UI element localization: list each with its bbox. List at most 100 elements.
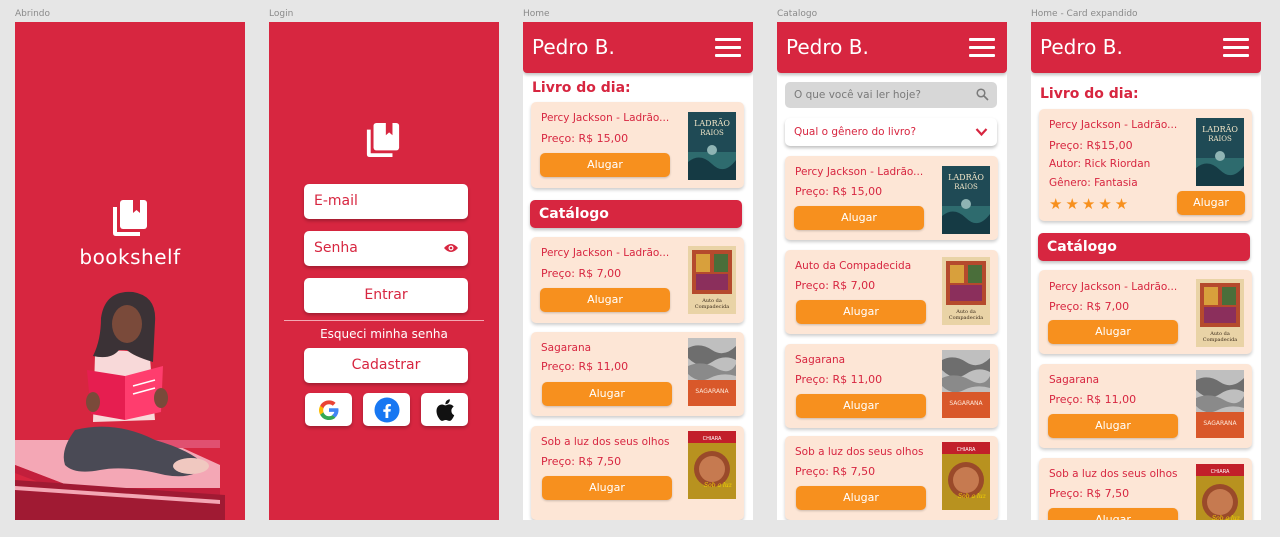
- catalog-book-card[interactable]: Sob a luz dos seus olhos Preço: R$ 7,50 …: [1039, 458, 1252, 520]
- user-name: Pedro B.: [786, 35, 869, 59]
- rent-button[interactable]: Alugar: [796, 486, 926, 510]
- rent-button[interactable]: Alugar: [1048, 414, 1178, 438]
- rent-button[interactable]: Alugar: [1177, 191, 1245, 215]
- home-expanded-screen: Pedro B. Livro do dia: Percy Jackson - L…: [1031, 22, 1261, 520]
- book-price: Preço: R$ 7,00: [1049, 300, 1130, 313]
- divider: [284, 320, 484, 321]
- rent-button[interactable]: Alugar: [1048, 320, 1178, 344]
- frame-label-home: Home: [523, 9, 550, 19]
- featured-book-card-expanded[interactable]: Percy Jackson - Ladrão... Preço: R$15,00…: [1039, 109, 1252, 221]
- rent-button[interactable]: Alugar: [796, 300, 926, 324]
- app-name: bookshelf: [79, 245, 181, 269]
- book-cover-image: [1196, 279, 1244, 347]
- frame-label-expanded: Home - Card expandido: [1031, 9, 1138, 19]
- book-price: Preço: R$ 15,00: [541, 132, 629, 145]
- hamburger-menu-icon[interactable]: [715, 38, 741, 58]
- book-title: Percy Jackson - Ladrão...: [1049, 281, 1178, 293]
- genre-dropdown-label: Qual o gênero do livro?: [794, 126, 917, 138]
- hamburger-menu-icon[interactable]: [969, 38, 995, 58]
- book-cover-image: [942, 350, 990, 418]
- book-cover-image: [942, 166, 990, 234]
- rent-button[interactable]: Alugar: [796, 394, 926, 418]
- password-field[interactable]: Senha: [304, 231, 468, 266]
- app-bar: Pedro B.: [777, 22, 1007, 73]
- rent-button[interactable]: Alugar: [542, 476, 672, 500]
- frame-label-login: Login: [269, 9, 294, 19]
- catalog-book-card[interactable]: Sagarana Preço: R$ 11,00 Alugar: [1039, 364, 1252, 448]
- book-title: Sob a luz dos seus olhos: [541, 436, 670, 448]
- search-placeholder: O que você vai ler hoje?: [794, 89, 921, 101]
- search-icon[interactable]: [976, 88, 989, 101]
- rent-button[interactable]: Alugar: [794, 206, 924, 230]
- frame-label-catalog: Catalogo: [777, 9, 818, 19]
- catalog-book-card[interactable]: Percy Jackson - Ladrão... Preço: R$ 7,00…: [1039, 270, 1252, 354]
- catalog-section-header: Catálogo: [1038, 233, 1250, 261]
- splash-screen: bookshelf: [15, 22, 245, 520]
- book-title: Percy Jackson - Ladrão...: [541, 247, 670, 259]
- book-title: Percy Jackson - Ladrão...: [1049, 119, 1178, 131]
- register-button[interactable]: Cadastrar: [304, 348, 468, 383]
- book-price: Preço: R$ 11,00: [541, 360, 629, 373]
- rating-stars: ★★★★★: [1049, 195, 1132, 213]
- book-price: Preço: R$ 7,50: [541, 455, 622, 468]
- catalog-book-card[interactable]: Percy Jackson - Ladrão... Preço: R$ 15,0…: [785, 156, 998, 240]
- login-screen: E-mail Senha Entrar Esqueci minha senha …: [269, 22, 499, 520]
- book-price: Preço: R$15,00: [1049, 139, 1133, 152]
- book-cover-image: [1196, 118, 1244, 186]
- rent-button[interactable]: Alugar: [540, 288, 670, 312]
- rent-button[interactable]: Alugar: [542, 382, 672, 406]
- apple-login-button[interactable]: [421, 393, 468, 426]
- catalog-book-card[interactable]: Auto da Compadecida Preço: R$ 7,00 Aluga…: [785, 250, 998, 334]
- book-title: Sagarana: [795, 354, 846, 366]
- catalog-book-card[interactable]: Sob a luz dos seus olhos Preço: R$ 7,50 …: [531, 426, 744, 520]
- email-field[interactable]: E-mail: [304, 184, 468, 219]
- book-title: Percy Jackson - Ladrão...: [541, 112, 670, 124]
- catalog-book-card[interactable]: Sagarana Preço: R$ 11,00 Alugar: [531, 332, 744, 416]
- hamburger-menu-icon[interactable]: [1223, 38, 1249, 58]
- genre-dropdown[interactable]: Qual o gênero do livro?: [785, 118, 997, 146]
- password-placeholder: Senha: [314, 240, 358, 256]
- book-cover-image: [942, 257, 990, 325]
- reading-woman-illustration: [15, 291, 225, 520]
- book-cover-image: [688, 338, 736, 406]
- book-title: Sagarana: [541, 342, 592, 354]
- app-bar: Pedro B.: [523, 22, 753, 73]
- facebook-login-button[interactable]: [363, 393, 410, 426]
- book-title: Sob a luz dos seus olhos: [1049, 468, 1178, 480]
- book-genre: Gênero: Fantasia: [1049, 177, 1138, 189]
- login-button[interactable]: Entrar: [304, 278, 468, 313]
- book-of-day-title: Livro do dia:: [1040, 86, 1139, 102]
- show-password-eye-icon[interactable]: [444, 242, 458, 254]
- book-cover-image: [688, 112, 736, 180]
- google-icon: [318, 399, 338, 420]
- featured-book-card[interactable]: Percy Jackson - Ladrão... Preço: R$ 15,0…: [531, 102, 744, 188]
- book-title: Percy Jackson - Ladrão...: [795, 166, 924, 178]
- catalog-book-card[interactable]: Sagarana Preço: R$ 11,00 Alugar: [785, 344, 998, 428]
- book-price: Preço: R$ 7,00: [541, 267, 622, 280]
- bookshelf-logo-icon: [113, 200, 147, 236]
- book-title: Auto da Compadecida: [795, 260, 912, 272]
- app-bar: Pedro B.: [1031, 22, 1261, 73]
- frame-label-splash: Abrindo: [15, 9, 50, 19]
- user-name: Pedro B.: [1040, 35, 1123, 59]
- chevron-down-icon: [975, 128, 988, 137]
- rent-button[interactable]: Alugar: [1048, 508, 1178, 520]
- user-name: Pedro B.: [532, 35, 615, 59]
- google-login-button[interactable]: [305, 393, 352, 426]
- rent-button[interactable]: Alugar: [540, 153, 670, 177]
- book-price: Preço: R$ 15,00: [795, 185, 883, 198]
- book-cover-image: [942, 442, 990, 510]
- search-input[interactable]: O que você vai ler hoje?: [785, 82, 997, 108]
- catalog-book-card[interactable]: Sob a luz dos seus olhos Preço: R$ 7,50 …: [785, 436, 998, 520]
- facebook-icon: [374, 397, 399, 422]
- book-price: Preço: R$ 7,50: [1049, 487, 1130, 500]
- book-price: Preço: R$ 11,00: [795, 373, 883, 386]
- forgot-password-link[interactable]: Esqueci minha senha: [269, 327, 499, 341]
- book-price: Preço: R$ 7,50: [795, 465, 876, 478]
- catalog-screen: Pedro B. O que você vai ler hoje? Qual o…: [777, 22, 1007, 520]
- book-cover-image: [688, 431, 736, 499]
- catalog-book-card[interactable]: Percy Jackson - Ladrão... Preço: R$ 7,00…: [531, 237, 744, 323]
- bookshelf-logo-icon: [366, 122, 400, 158]
- book-author: Autor: Rick Riordan: [1049, 158, 1151, 170]
- book-cover-image: [1196, 370, 1244, 438]
